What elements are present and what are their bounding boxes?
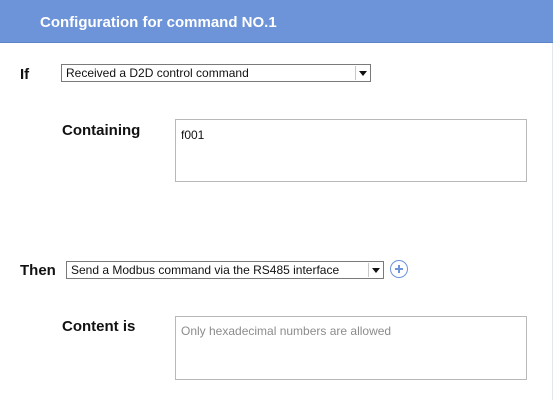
containing-text: f001 <box>181 128 205 142</box>
action-select-value: Send a Modbus command via the RS485 inte… <box>71 263 340 277</box>
chevron-down-icon[interactable] <box>368 263 382 277</box>
panel-header: Configuration for command NO.1 <box>0 0 553 43</box>
content-label: Content is <box>62 318 136 335</box>
if-keyword: If <box>20 66 30 83</box>
containing-label: Containing <box>62 122 141 139</box>
chevron-down-icon[interactable] <box>355 66 369 80</box>
action-select[interactable]: Send a Modbus command via the RS485 inte… <box>66 261 384 279</box>
command-config-panel: Configuration for command NO.1 If Receiv… <box>0 0 553 400</box>
then-keyword: Then <box>20 262 56 279</box>
panel-title: Configuration for command NO.1 <box>40 14 277 31</box>
content-textarea[interactable]: Only hexadecimal numbers are allowed <box>175 316 527 380</box>
containing-textarea[interactable]: f001 <box>175 119 527 182</box>
trigger-select[interactable]: Received a D2D control command <box>61 64 371 82</box>
plus-circle-icon[interactable] <box>390 260 408 278</box>
content-placeholder: Only hexadecimal numbers are allowed <box>181 324 392 338</box>
trigger-select-value: Received a D2D control command <box>66 66 249 80</box>
